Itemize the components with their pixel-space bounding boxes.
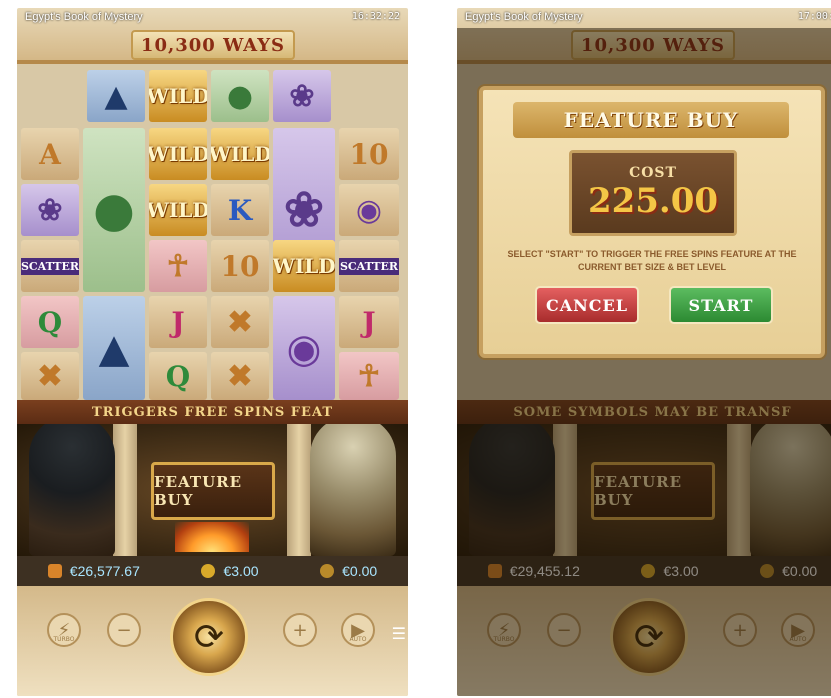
cost-value: 225.00 [587, 181, 719, 221]
crook-flail-icon: ✖ [227, 358, 253, 394]
dialog-description: SELECT "START" TO TRIGGER THE FREE SPINS… [507, 249, 797, 272]
symbol-j: J [149, 296, 207, 348]
scatter-symbol: SCATTER [339, 240, 399, 292]
symbol-q: Q [21, 296, 79, 348]
dialog-title: FEATURE BUY [513, 102, 789, 138]
status-bar: Egypt's Book of Mystery 17:00:2 [457, 8, 831, 28]
crook-flail-icon: ✖ [37, 358, 63, 394]
cobra-icon: ❀ [289, 78, 315, 114]
cobra-symbol: ❀ [21, 184, 79, 236]
ankh-symbol: ☥ [149, 240, 207, 292]
cost-label: COST [629, 165, 677, 181]
ankh-icon: ☥ [357, 358, 381, 394]
plus-icon: + [292, 619, 308, 641]
horus-statue [310, 424, 396, 556]
crook-flail-symbol: ✖ [211, 352, 269, 400]
symbol-j: J [339, 296, 399, 348]
status-bar: Egypt's Book of Mystery 16:32:22 [17, 8, 408, 28]
minus-icon: − [116, 619, 132, 641]
anubis-statue [29, 424, 115, 556]
ways-banner: 10,300 WAYS [131, 30, 295, 60]
temple-hall: FEATURE BUY [17, 424, 408, 556]
win-value: €0.00 [342, 563, 378, 579]
eye-icon: ◉ [286, 324, 322, 372]
info-strip: TRIGGERS FREE SPINS FEAT [17, 400, 408, 424]
reel-frame: ▲ WILD ● ❀ A ❀ SCATTER Q ✖ ● ▲ WILD WILD… [17, 60, 408, 400]
wild-symbol: WILD [211, 128, 269, 180]
cobra-icon: ❀ [283, 182, 325, 238]
eye-of-horus-symbol: ◉ [339, 184, 399, 236]
autoplay-button[interactable]: ▶ AUTO [341, 613, 375, 647]
pillar [287, 424, 311, 556]
symbol-a: A [21, 128, 79, 180]
turbo-button[interactable]: ⚡ TURBO [47, 613, 81, 647]
game-title: Egypt's Book of Mystery [465, 11, 583, 23]
anubis-icon: ▲ [98, 324, 130, 372]
horus-symbol: ● [211, 70, 269, 122]
horus-tall-symbol: ● [83, 128, 145, 292]
game-screen-left: Egypt's Book of Mystery 16:32:22 10,300 … [17, 8, 408, 696]
balance-display: €26,577.67 [47, 563, 140, 579]
reel-grid: ▲ WILD ● ❀ A ❀ SCATTER Q ✖ ● ▲ WILD WILD… [17, 64, 408, 400]
auto-label: AUTO [349, 636, 367, 643]
clock: 17:00:2 [797, 11, 831, 22]
cobra-symbol: ❀ [273, 70, 331, 122]
scatter-symbol: SCATTER [21, 240, 79, 292]
cancel-button[interactable]: CANCEL [535, 286, 639, 324]
wallet-icon [47, 564, 62, 578]
eye-icon: ◉ [355, 192, 383, 228]
symbol-q: Q [149, 352, 207, 400]
feature-buy-dialog: FEATURE BUY COST 225.00 SELECT "START" T… [479, 86, 825, 358]
win-icon [320, 564, 335, 578]
wild-symbol: WILD [273, 240, 335, 292]
menu-icon[interactable]: ☰ [392, 624, 406, 643]
start-button[interactable]: START [669, 286, 773, 324]
cost-box: COST 225.00 [569, 150, 737, 236]
feature-buy-button[interactable]: FEATURE BUY [151, 462, 275, 520]
eye-of-horus-tall-symbol: ◉ [273, 296, 335, 400]
horus-icon: ● [226, 78, 254, 114]
ankh-icon: ☥ [166, 248, 190, 284]
anubis-icon: ▲ [104, 78, 128, 114]
wild-symbol: WILD [149, 70, 207, 122]
ankh-symbol: ☥ [339, 352, 399, 400]
game-title: Egypt's Book of Mystery [25, 11, 143, 23]
horus-icon: ● [93, 182, 135, 238]
decrease-bet-button[interactable]: − [107, 613, 141, 647]
wild-symbol: WILD [149, 184, 207, 236]
turbo-label: TURBO [53, 636, 75, 643]
symbol-10: 10 [211, 240, 269, 292]
spin-button[interactable]: ⟳ [170, 598, 248, 676]
anubis-tall-symbol: ▲ [83, 296, 145, 400]
win-display: €0.00 [320, 563, 377, 579]
anubis-symbol: ▲ [87, 70, 145, 122]
coins-icon [201, 564, 216, 578]
control-panel: ⚡ TURBO − ⟳ + ▶ AUTO ☰ [17, 586, 408, 696]
balance-value: €26,577.67 [69, 563, 140, 579]
symbol-10: 10 [339, 128, 399, 180]
spin-arrows-icon: ⟳ [193, 616, 225, 658]
clock: 16:32:22 [351, 11, 400, 22]
crook-flail-symbol: ✖ [211, 296, 269, 348]
symbol-k: K [211, 184, 269, 236]
info-bar: €26,577.67 €3.00 €0.00 [17, 556, 408, 586]
crook-flail-symbol: ✖ [21, 352, 79, 400]
game-screen-right: Egypt's Book of Mystery 17:00:2 10,300 W… [457, 8, 831, 696]
wild-symbol: WILD [149, 128, 207, 180]
cobra-icon: ❀ [37, 192, 63, 228]
crook-flail-icon: ✖ [227, 304, 253, 340]
fire-brazier [175, 522, 249, 552]
increase-bet-button[interactable]: + [283, 613, 317, 647]
bet-display[interactable]: €3.00 [201, 563, 259, 579]
pillar [113, 424, 137, 556]
bet-value: €3.00 [223, 563, 259, 579]
